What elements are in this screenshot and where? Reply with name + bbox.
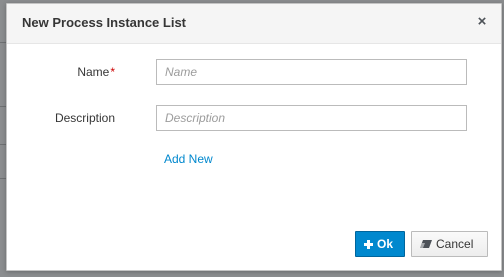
description-label: Description <box>54 111 115 125</box>
plus-icon <box>364 239 373 249</box>
name-form-row: Name* <box>7 59 501 85</box>
name-label: Name* <box>77 65 115 79</box>
new-process-instance-list-dialog: New Process Instance List × Name* Descri… <box>6 3 502 271</box>
ok-button[interactable]: Ok <box>355 231 405 257</box>
name-input[interactable] <box>156 59 467 85</box>
ok-button-label: Ok <box>377 237 394 251</box>
description-form-row: Description <box>7 105 501 131</box>
description-input[interactable] <box>156 105 467 131</box>
eraser-icon <box>420 240 432 248</box>
add-new-link[interactable]: Add New <box>164 152 213 166</box>
dialog-title: New Process Instance List <box>22 15 187 30</box>
close-icon[interactable]: × <box>475 14 489 30</box>
dialog-header: New Process Instance List × <box>7 4 501 44</box>
cancel-button-label: Cancel <box>436 237 474 251</box>
required-asterisk: * <box>110 65 115 79</box>
cancel-button[interactable]: Cancel <box>411 231 488 257</box>
